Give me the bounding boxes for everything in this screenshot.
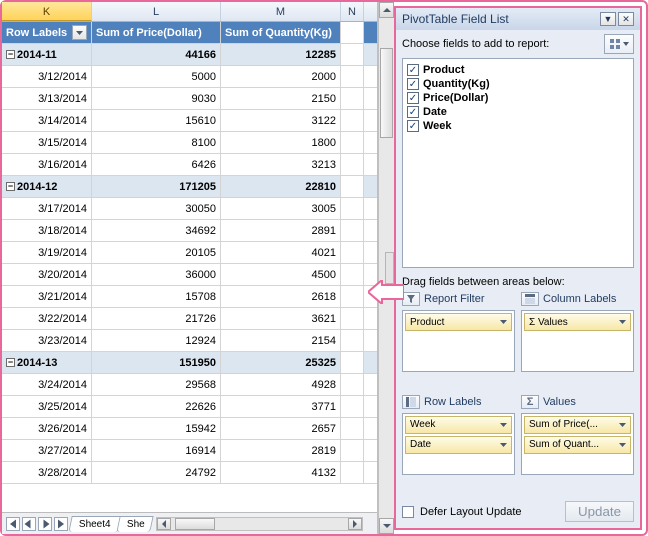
chevron-down-icon <box>619 443 626 447</box>
field-item[interactable]: ✓Quantity(Kg) <box>407 77 629 91</box>
col-L-header[interactable]: L <box>92 2 221 21</box>
pivot-data-row[interactable]: 3/28/2014247924132 <box>2 462 377 484</box>
drag-fields-label: Drag fields between areas below: <box>396 274 640 292</box>
col-N-header[interactable]: N <box>341 2 364 21</box>
sheet-tab-strip: Sheet4 She <box>2 512 377 534</box>
row-labels-title: Row Labels <box>402 395 515 409</box>
field-checklist[interactable]: ✓Product✓Quantity(Kg)✓Price(Dollar)✓Date… <box>402 58 634 268</box>
area-chip[interactable]: Sum of Quant... <box>524 436 631 454</box>
column-labels-title: Column Labels <box>521 292 634 306</box>
rows-icon <box>402 395 420 409</box>
report-filter-area[interactable]: Product <box>402 310 515 372</box>
sum-qty-header[interactable]: Sum of Quantity(Kg) <box>221 22 341 43</box>
pivot-data-row[interactable]: 3/19/2014201054021 <box>2 242 377 264</box>
pane-title-bar: PivotTable Field List ▼ ✕ <box>396 8 640 30</box>
pivot-data-row[interactable]: 3/18/2014346922891 <box>2 220 377 242</box>
row-labels-area[interactable]: Week Date <box>402 413 515 475</box>
annotation-arrow-icon <box>368 280 404 304</box>
field-checkbox[interactable]: ✓ <box>407 78 419 90</box>
row-labels-filter-icon[interactable] <box>72 25 87 40</box>
sheet-tab-sheet4[interactable]: Sheet4 <box>68 516 121 532</box>
pane-close-icon[interactable]: ✕ <box>618 12 634 26</box>
column-labels-area[interactable]: Σ Values <box>521 310 634 372</box>
tab-first-icon[interactable] <box>6 517 20 531</box>
pane-dropdown-icon[interactable]: ▼ <box>600 12 616 26</box>
choose-fields-label: Choose fields to add to report: <box>402 38 604 50</box>
pivot-data-row[interactable]: 3/24/2014295684928 <box>2 374 377 396</box>
collapse-toggle-icon[interactable]: − <box>6 50 15 59</box>
area-chip[interactable]: Sum of Price(... <box>524 416 631 434</box>
pivot-grid[interactable]: Row LabelsSum of Price(Dollar)Sum of Qua… <box>2 22 377 512</box>
vscroll-thumb[interactable] <box>380 48 393 138</box>
field-checkbox[interactable]: ✓ <box>407 120 419 132</box>
field-checkbox[interactable]: ✓ <box>407 106 419 118</box>
area-chip[interactable]: Date <box>405 436 512 454</box>
column-headers: K L M N <box>2 2 377 22</box>
vscroll-down-icon[interactable] <box>379 518 394 534</box>
chevron-down-icon <box>619 320 626 324</box>
vscroll-up-icon[interactable] <box>379 2 394 18</box>
pivot-group-row[interactable]: −2014-1217120522810 <box>2 176 377 198</box>
area-chip[interactable]: Product <box>405 313 512 331</box>
chevron-down-icon <box>619 423 626 427</box>
chevron-down-icon <box>500 443 507 447</box>
pivot-data-row[interactable]: 3/25/2014226263771 <box>2 396 377 418</box>
pivot-data-row[interactable]: 3/27/2014169142819 <box>2 440 377 462</box>
chevron-down-icon <box>500 423 507 427</box>
columns-icon <box>521 292 539 306</box>
pivot-data-row[interactable]: 3/22/2014217263621 <box>2 308 377 330</box>
pivot-data-row[interactable]: 3/15/201481001800 <box>2 132 377 154</box>
collapse-toggle-icon[interactable]: − <box>6 358 15 367</box>
hscroll-thumb[interactable] <box>175 518 215 530</box>
pivot-group-row[interactable]: −2014-1315195025325 <box>2 352 377 374</box>
row-labels-header[interactable]: Row Labels <box>2 22 92 43</box>
pivot-group-row[interactable]: −2014-114416612285 <box>2 44 377 66</box>
tab-next-icon[interactable] <box>38 517 52 531</box>
col-M-header[interactable]: M <box>221 2 341 21</box>
sum-price-header[interactable]: Sum of Price(Dollar) <box>92 22 221 43</box>
col-K-header[interactable]: K <box>2 2 92 21</box>
pivot-data-row[interactable]: 3/13/201490302150 <box>2 88 377 110</box>
update-button[interactable]: Update <box>565 501 634 522</box>
sigma-icon: Σ <box>521 395 539 409</box>
vertical-scrollbar[interactable] <box>378 2 394 534</box>
filter-icon <box>402 292 420 306</box>
pivot-data-row[interactable]: 3/16/201464263213 <box>2 154 377 176</box>
pane-title: PivotTable Field List <box>402 12 509 26</box>
worksheet: K L M N Row LabelsSum of Price(Dollar)Su… <box>2 2 378 534</box>
hscroll-left-icon[interactable] <box>157 518 171 530</box>
tab-last-icon[interactable] <box>54 517 68 531</box>
defer-update-checkbox[interactable] <box>402 506 414 518</box>
field-checkbox[interactable]: ✓ <box>407 92 419 104</box>
chevron-down-icon <box>500 320 507 324</box>
report-filter-title: Report Filter <box>402 292 515 306</box>
values-area[interactable]: Sum of Price(... Sum of Quant... <box>521 413 634 475</box>
pivot-data-row[interactable]: 3/14/2014156103122 <box>2 110 377 132</box>
pivot-data-row[interactable]: 3/23/2014129242154 <box>2 330 377 352</box>
values-title: Σ Values <box>521 395 634 409</box>
field-checkbox[interactable]: ✓ <box>407 64 419 76</box>
field-item[interactable]: ✓Week <box>407 119 629 133</box>
pivot-data-row[interactable]: 3/12/201450002000 <box>2 66 377 88</box>
layout-icon <box>609 38 621 50</box>
field-item[interactable]: ✓Product <box>407 63 629 77</box>
tab-prev-icon[interactable] <box>22 517 36 531</box>
pivot-field-list-pane: PivotTable Field List ▼ ✕ Choose fields … <box>394 6 642 530</box>
sheet-tab-truncated[interactable]: She <box>116 516 153 532</box>
pivot-data-row[interactable]: 3/21/2014157082618 <box>2 286 377 308</box>
area-chip[interactable]: Week <box>405 416 512 434</box>
pivot-data-row[interactable]: 3/26/2014159422657 <box>2 418 377 440</box>
collapse-toggle-icon[interactable]: − <box>6 182 15 191</box>
defer-update-label: Defer Layout Update <box>420 506 522 518</box>
pivot-data-row[interactable]: 3/20/2014360004500 <box>2 264 377 286</box>
field-item[interactable]: ✓Price(Dollar) <box>407 91 629 105</box>
horizontal-scrollbar[interactable] <box>156 517 363 531</box>
field-item[interactable]: ✓Date <box>407 105 629 119</box>
chevron-down-icon <box>623 42 629 46</box>
area-chip[interactable]: Σ Values <box>524 313 631 331</box>
pivot-data-row[interactable]: 3/17/2014300503005 <box>2 198 377 220</box>
hscroll-right-icon[interactable] <box>348 518 362 530</box>
layout-options-button[interactable] <box>604 34 634 54</box>
